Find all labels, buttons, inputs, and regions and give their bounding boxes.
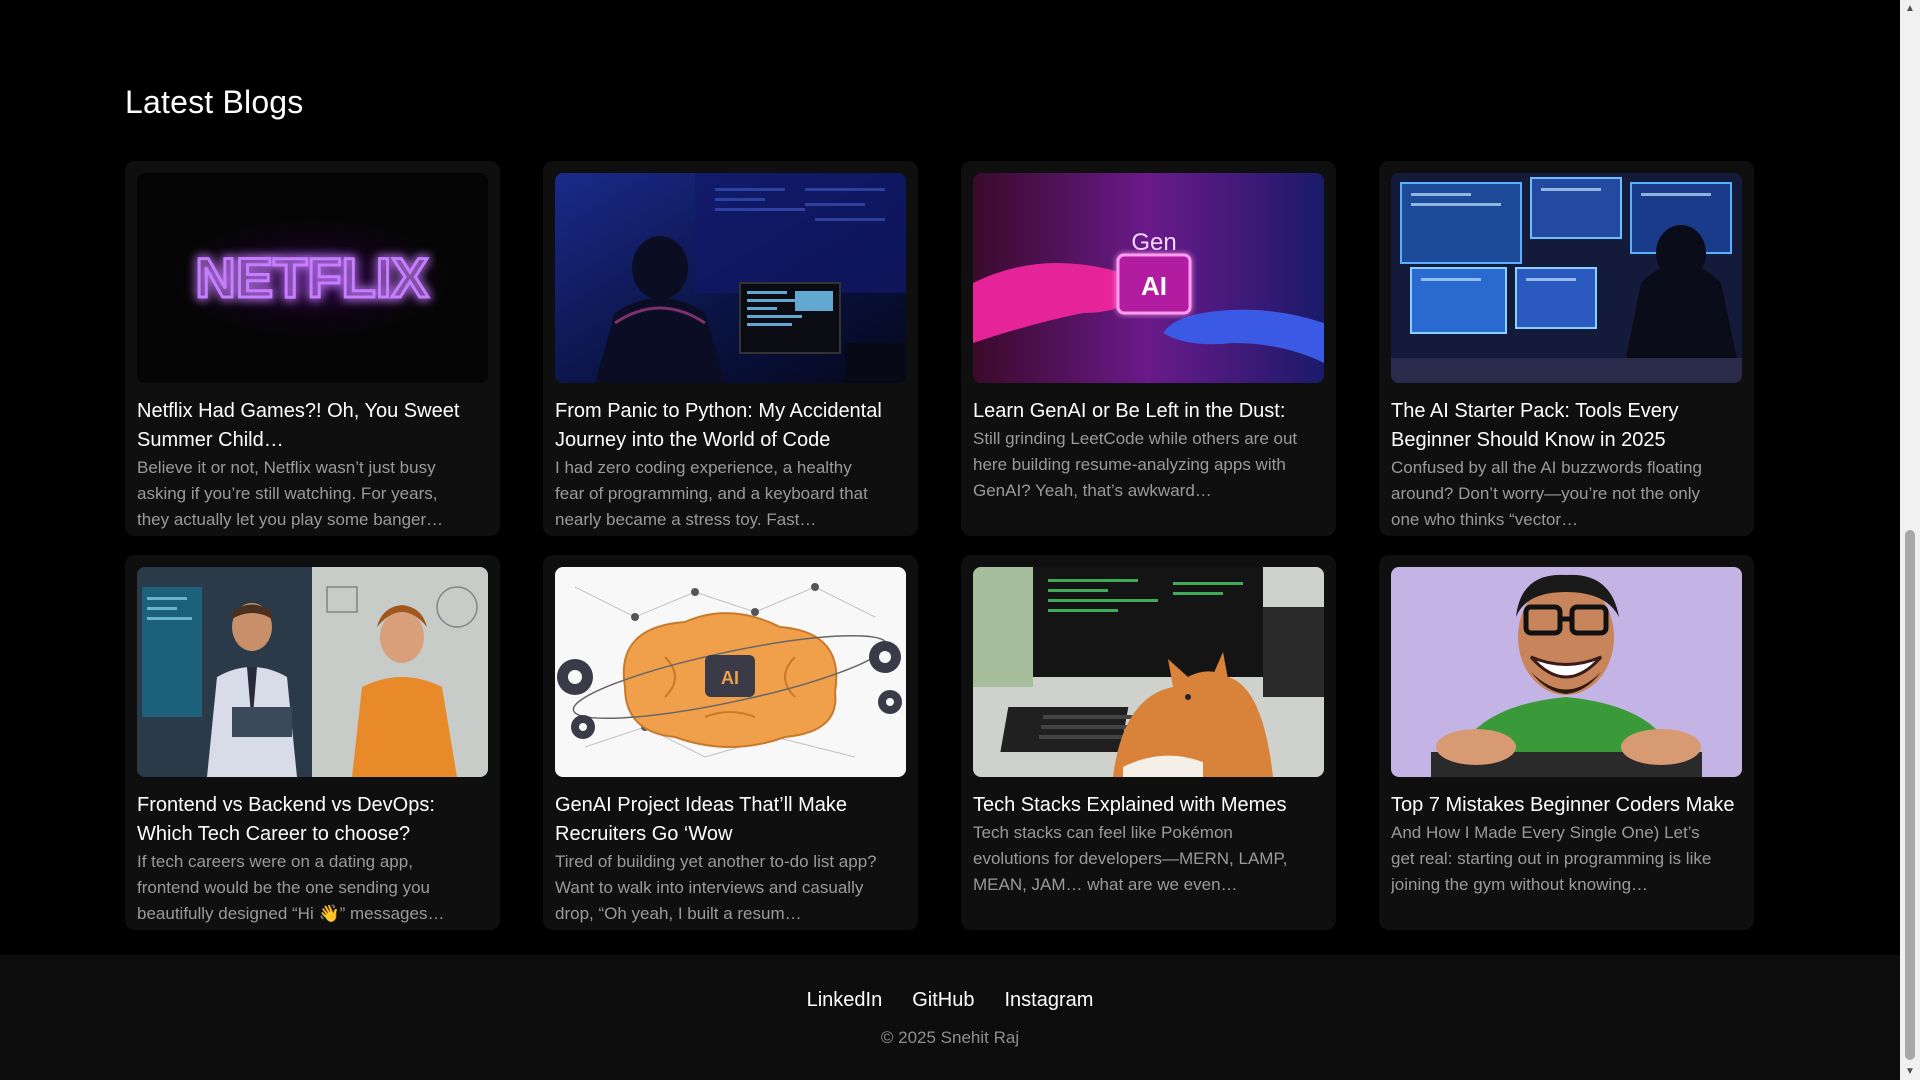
scroll-down-arrow-icon[interactable]: ▼ [1900,1063,1920,1080]
scroll-up-arrow-icon[interactable]: ▲ [1900,0,1920,17]
blog-title[interactable]: Top 7 Mistakes Beginner Coders Make [1391,791,1736,820]
hacker-screens-image[interactable] [1391,173,1742,383]
svg-text:AI: AI [721,668,739,688]
svg-text:NETFLIX: NETFLIX [195,246,428,309]
excited-man-keyboard-image[interactable] [1391,567,1742,777]
scrollbar-thumb[interactable] [1905,530,1915,1060]
instagram-link[interactable]: Instagram [1004,989,1093,1012]
blog-card[interactable]: Frontend vs Backend vs DevOps: Which Tec… [125,555,500,930]
genai-hands-image[interactable]: AI Gen [973,173,1324,383]
blog-excerpt: I had zero coding experience, a healthy … [555,458,868,529]
copyright-text: © 2025 Snehit Raj [880,1028,1020,1047]
blog-excerpt: And How I Made Every Single One) Let’s g… [1391,823,1712,894]
netflix-neon-image[interactable]: NETFLIX [137,173,488,383]
footer-nav: LinkedIn GitHub Instagram [0,989,1900,1012]
footer: LinkedIn GitHub Instagram © 2025 Snehit … [0,955,1900,1080]
coder-at-desk-image[interactable] [555,173,906,383]
blog-card[interactable]: From Panic to Python: My Accidental Jour… [543,161,918,536]
blog-title[interactable]: Frontend vs Backend vs DevOps: Which Tec… [137,791,482,849]
blog-excerpt: Confused by all the AI buzzwords floatin… [1391,458,1702,529]
blog-title[interactable]: The AI Starter Pack: Tools Every Beginne… [1391,397,1736,455]
blog-card[interactable]: NETFLIX Netflix Had Games?! Oh, You Swee… [125,161,500,536]
blog-title[interactable]: GenAI Project Ideas That’ll Make Recruit… [555,791,900,849]
blog-excerpt: Still grinding LeetCode while others are… [973,429,1298,500]
developers-illustration-image[interactable] [137,567,488,777]
blogs-section: Latest Blogs NETFLIX Netflix Had Games?!… [0,0,1900,955]
svg-text:Gen: Gen [1131,229,1176,256]
blog-excerpt: Believe it or not, Netflix wasn’t just b… [137,458,444,529]
ai-brain-image[interactable]: AI [555,567,906,777]
github-link[interactable]: GitHub [912,989,974,1012]
cat-at-keyboard-image[interactable] [973,567,1324,777]
blog-title[interactable]: Tech Stacks Explained with Memes [973,791,1318,820]
blog-title[interactable]: Netflix Had Games?! Oh, You Sweet Summer… [137,397,482,455]
blog-grid: NETFLIX Netflix Had Games?! Oh, You Swee… [125,161,1754,930]
linkedin-link[interactable]: LinkedIn [807,989,883,1012]
blog-card[interactable]: Tech Stacks Explained with Memes Tech st… [961,555,1336,930]
scrollbar[interactable]: ▲ ▼ [1900,0,1920,1080]
blog-excerpt: Tired of building yet another to-do list… [555,852,877,923]
blog-card[interactable]: AI Gen Learn GenAI or Be Left in the Dus… [961,161,1336,536]
section-title: Latest Blogs [125,84,304,120]
svg-text:AI: AI [1141,271,1167,301]
blog-excerpt: Tech stacks can feel like Pokémon evolut… [973,823,1288,894]
blog-title[interactable]: Learn GenAI or Be Left in the Dust: [973,397,1318,426]
blog-card[interactable]: Top 7 Mistakes Beginner Coders Make And … [1379,555,1754,930]
blog-title[interactable]: From Panic to Python: My Accidental Jour… [555,397,900,455]
blog-excerpt: If tech careers were on a dating app, fr… [137,852,445,923]
blog-card[interactable]: The AI Starter Pack: Tools Every Beginne… [1379,161,1754,536]
blog-card[interactable]: AI GenAI Project Ideas That’ll Make Recr… [543,555,918,930]
